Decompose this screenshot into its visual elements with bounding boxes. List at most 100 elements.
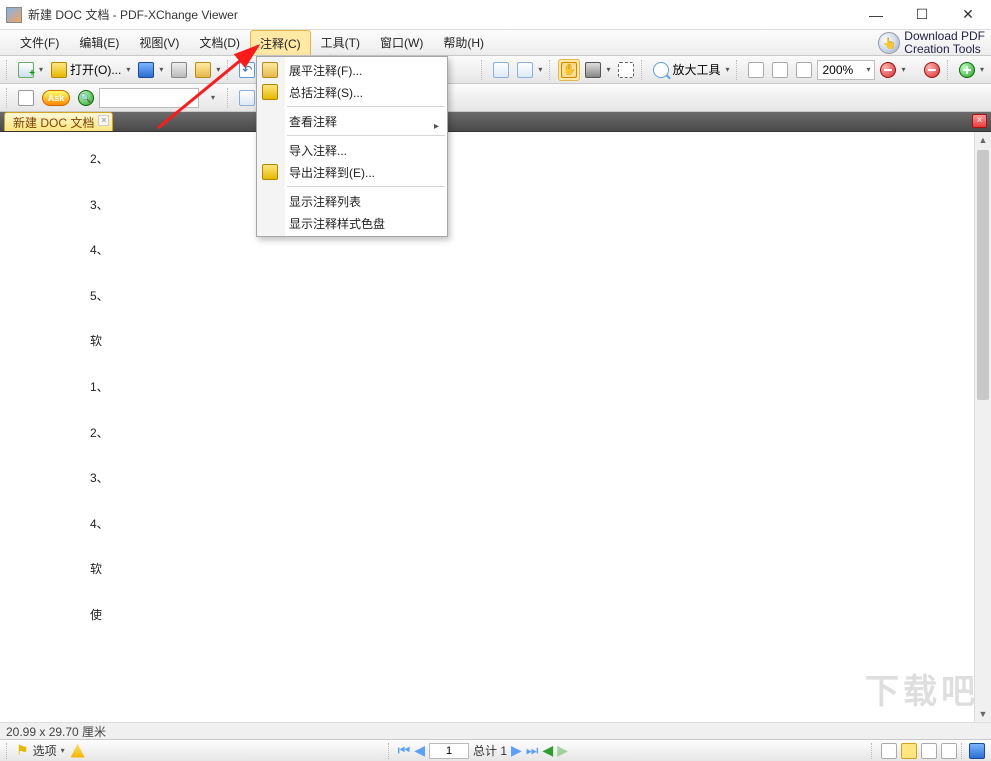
page-icon	[796, 62, 812, 78]
menuitem-flatten-comments[interactable]: 展平注释(F)...	[257, 59, 447, 81]
scroll-up-arrow-icon[interactable]: ▲	[975, 132, 991, 148]
doc-line: 4、	[90, 243, 884, 259]
document-tab-label: 新建 DOC 文档	[13, 114, 94, 131]
nav-forward-button[interactable]: ▶	[557, 742, 568, 759]
menu-view[interactable]: 视图(V)	[129, 30, 189, 55]
export-icon	[262, 164, 278, 180]
warning-icon[interactable]	[71, 744, 85, 758]
options-label: 选项	[33, 742, 57, 759]
zoom-tool-button[interactable]: 放大工具	[650, 59, 732, 81]
email-button[interactable]	[192, 59, 223, 81]
menu-edit[interactable]: 编辑(E)	[69, 30, 129, 55]
plus-icon	[959, 62, 975, 78]
doc-line: 2、	[90, 152, 884, 168]
select-icon	[618, 62, 634, 78]
prev-page-button[interactable]: ◀	[414, 742, 425, 759]
zoom-tool-label: 放大工具	[672, 61, 720, 78]
titlebar: 新建 DOC 文档 - PDF-XChange Viewer — ☐ ✕	[0, 0, 991, 30]
save-button[interactable]	[135, 59, 166, 81]
ask-toolbar-btn[interactable]	[15, 87, 37, 109]
zoom-in-button[interactable]	[956, 59, 987, 81]
layout-extra-button[interactable]	[969, 743, 985, 759]
search-button[interactable]	[75, 87, 97, 109]
layout-continuous-button[interactable]	[901, 743, 917, 759]
vertical-scrollbar[interactable]: ▲ ▼	[974, 132, 991, 722]
scroll-thumb[interactable]	[977, 150, 989, 400]
page-fit-button[interactable]	[769, 59, 791, 81]
print-icon	[171, 62, 187, 78]
tool-btn-1[interactable]	[490, 59, 512, 81]
maximize-button[interactable]: ☐	[899, 0, 945, 30]
page-actual-button[interactable]	[745, 59, 767, 81]
menu-window[interactable]: 窗口(W)	[370, 30, 433, 55]
menu-comments[interactable]: 注释(C)	[250, 30, 311, 55]
close-all-tabs-button[interactable]: ×	[972, 114, 987, 128]
menuitem-export-comments[interactable]: 导出注释到(E)...	[257, 161, 447, 183]
snapshot-tool-button[interactable]	[582, 59, 613, 81]
generic-icon	[239, 90, 255, 106]
cursor-coordinates: 20.99 x 29.70 厘米	[6, 723, 106, 740]
flatten-icon	[262, 62, 278, 78]
next-page-button[interactable]: ▶	[511, 742, 522, 759]
page-icon	[748, 62, 764, 78]
menu-document[interactable]: 文档(D)	[189, 30, 250, 55]
menu-help[interactable]: 帮助(H)	[433, 30, 494, 55]
toolbar-main: 打开(O)... OCR 放大工具 200%▾	[0, 56, 991, 84]
open-icon	[51, 62, 67, 78]
save-icon	[138, 62, 154, 78]
minus-icon	[924, 62, 940, 78]
hand-tool-button[interactable]	[558, 59, 580, 81]
zoom-out-2-button[interactable]	[921, 59, 943, 81]
print-button[interactable]	[168, 59, 190, 81]
tool-btn-2[interactable]	[514, 59, 545, 81]
options-button[interactable]: ⚑ 选项 ▾	[16, 742, 65, 759]
doc-line: 使	[90, 608, 884, 624]
document-tabstrip: 新建 DOC 文档 × ×	[0, 112, 991, 132]
layout-facing-continuous-button[interactable]	[941, 743, 957, 759]
page-total-label: 总计 1	[473, 742, 507, 759]
page-width-button[interactable]	[793, 59, 815, 81]
minimize-button[interactable]: —	[853, 0, 899, 30]
page-number-input[interactable]	[429, 743, 469, 759]
tab-close-button[interactable]: ×	[98, 115, 109, 126]
doc-line: 软	[90, 562, 884, 578]
zoom-out-button[interactable]	[877, 59, 908, 81]
menuitem-view-comments[interactable]: 查看注释	[257, 110, 447, 132]
menu-file[interactable]: 文件(F)	[10, 30, 69, 55]
search-options[interactable]	[201, 87, 223, 109]
document-page[interactable]: 2、 3、 4、 5、 软 1、 2、 3、 4、 软 使	[0, 132, 974, 722]
scroll-down-arrow-icon[interactable]: ▼	[975, 706, 991, 722]
promo-line2: Creation Tools	[904, 43, 985, 56]
layout-facing-button[interactable]	[921, 743, 937, 759]
select-tool-button[interactable]	[615, 59, 637, 81]
open-button[interactable]: 打开(O)...	[48, 59, 133, 81]
close-button[interactable]: ✕	[945, 0, 991, 30]
doc-line: 3、	[90, 471, 884, 487]
layout-single-button[interactable]	[881, 743, 897, 759]
app-icon	[6, 7, 22, 23]
document-tab[interactable]: 新建 DOC 文档 ×	[4, 112, 113, 131]
comments-menu-dropdown: 展平注释(F)... 总括注释(S)... 查看注释 导入注释... 导出注释到…	[256, 56, 448, 237]
menu-separator	[287, 186, 445, 187]
menuitem-show-comments-list[interactable]: 显示注释列表	[257, 190, 447, 212]
new-button[interactable]	[15, 59, 46, 81]
last-page-button[interactable]: ⏭	[526, 742, 539, 759]
horizontal-scroll-row: 20.99 x 29.70 厘米	[0, 722, 991, 739]
zoom-combo[interactable]: 200%▾	[817, 60, 875, 80]
horizontal-scrollbar[interactable]	[112, 724, 985, 739]
open-label: 打开(O)...	[70, 61, 121, 78]
promo-download-pdf-tools[interactable]: 👆 Download PDF Creation Tools	[878, 30, 985, 56]
menu-tools[interactable]: 工具(T)	[311, 30, 370, 55]
tool-btn-a[interactable]	[236, 87, 258, 109]
menuitem-summarize-comments[interactable]: 总括注释(S)...	[257, 81, 447, 103]
page-icon	[772, 62, 788, 78]
doc-line: 2、	[90, 426, 884, 442]
search-input[interactable]	[99, 88, 199, 108]
menubar: 文件(F) 编辑(E) 视图(V) 文档(D) 注释(C) 工具(T) 窗口(W…	[0, 30, 991, 56]
menuitem-show-comments-styles[interactable]: 显示注释样式色盘	[257, 212, 447, 234]
first-page-button[interactable]: ⏮	[398, 742, 411, 759]
document-area: 2、 3、 4、 5、 软 1、 2、 3、 4、 软 使 ▲ ▼	[0, 132, 991, 722]
nav-back-button[interactable]: ◀	[542, 742, 553, 759]
ask-badge[interactable]: Ask	[39, 87, 73, 109]
menuitem-import-comments[interactable]: 导入注释...	[257, 139, 447, 161]
